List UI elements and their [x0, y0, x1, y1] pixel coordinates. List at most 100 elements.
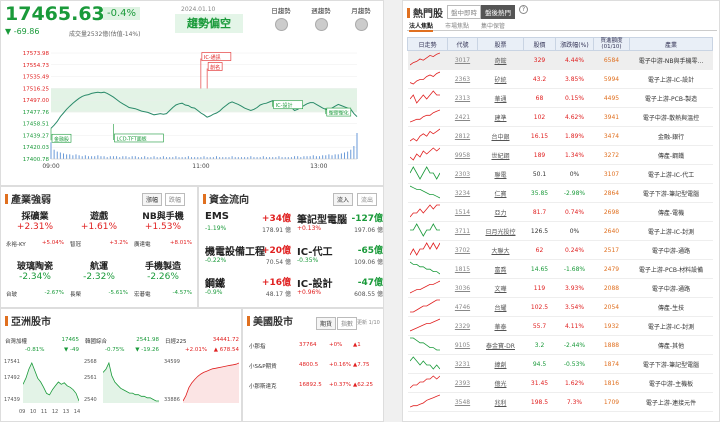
hot-row[interactable]: 2313 華通 68 0.15% 4495 電子上游-PCB-製造	[407, 88, 713, 108]
hot-sparkline	[409, 128, 440, 142]
hot-code[interactable]: 3234	[447, 183, 478, 203]
industry-cell[interactable]: 手機製造 -2.26% 宏碁電 -4.57%	[134, 259, 192, 303]
hot-row[interactable]: 9105 泰金寶-DR 3.2 -2.44% 1888 傳產-其他	[407, 335, 713, 355]
asia-card-name: 台灣加權	[5, 339, 28, 345]
hot-row[interactable]: 2393 億光 31.45 1.62% 1816 電子中游-主機板	[407, 373, 713, 393]
hot-name[interactable]: 台耀	[477, 297, 524, 317]
hot-code[interactable]: 2363	[447, 69, 478, 89]
hot-row[interactable]: 3711 日月光投控 126.5 0% 2640 電子上游-IC-封測	[407, 221, 713, 241]
hot-row[interactable]: 2303 聯電 50.1 0% 3107 電子上游-IC-代工	[407, 164, 713, 184]
capital-amount: 197.06 億	[354, 227, 383, 234]
capital-in-tab[interactable]: 流入	[333, 193, 354, 206]
hot-row[interactable]: 4746 台耀 102.5 3.54% 2054 傳產-生技	[407, 297, 713, 317]
hot-name[interactable]: 泰金寶-DR	[477, 335, 524, 355]
america-row[interactable]: 小S&P期貨 4800.5 +0.16% ▲7.75	[249, 359, 379, 373]
hot-code[interactable]: 2303	[447, 164, 478, 184]
hot-code[interactable]: 9105	[447, 335, 478, 355]
hot-row[interactable]: 3036 文曄 119 3.93% 2088 電子中游-通路	[407, 278, 713, 298]
hot-name[interactable]: 華通	[477, 88, 524, 108]
hot-name[interactable]: 緯創	[477, 354, 524, 374]
hot-row[interactable]: 3234 仁寶 35.85 -2.98% 2864 電子下游-筆記型電腦	[407, 183, 713, 203]
hot-name[interactable]: 矽統	[477, 69, 524, 89]
hot-name[interactable]: 奇鋐	[477, 50, 524, 70]
industry-cell[interactable]: 遊戲 +1.61% 智冠 +3.2%	[70, 209, 128, 253]
hot-code[interactable]: 2421	[447, 107, 478, 127]
intraday-chart[interactable]: 17573.98 17554.73 17535.49 17516.25 17497.00…	[1, 47, 385, 185]
america-index-tab[interactable]: 指數	[337, 317, 358, 330]
subtab-institutional[interactable]: 法人焦點	[409, 21, 434, 32]
hot-code[interactable]: 3548	[447, 392, 478, 412]
hot-code[interactable]: 4746	[447, 297, 478, 317]
hot-code[interactable]: 3702	[447, 240, 478, 260]
hot-row[interactable]: 2421 建準 102 4.62% 3941 電子中游-散熱與溫控	[407, 107, 713, 127]
col-name[interactable]: 股票	[477, 37, 524, 51]
hot-code[interactable]: 3036	[447, 278, 478, 298]
week-light-icon	[314, 18, 328, 31]
hot-name[interactable]: 大聯大	[477, 240, 524, 260]
sparkline-path	[409, 90, 440, 104]
hot-code[interactable]: 3231	[447, 354, 478, 374]
asia-card[interactable]: 台灣加權 17465 -0.81% ▼ -49 17541 17492 17439 09 10…	[3, 333, 81, 419]
subtab-custody[interactable]: 集中保管	[481, 21, 505, 30]
annotation-label: 金融股	[54, 136, 69, 143]
hot-row[interactable]: 2812 台中銀 16.15 1.89% 3474 金融-銀行	[407, 126, 713, 146]
hot-row[interactable]: 2329 華泰 55.7 4.11% 1932 電子上游-IC-封測	[407, 316, 713, 336]
hot-row[interactable]: 3702 大聯大 62 0.24% 2517 電子中游-通路	[407, 240, 713, 260]
hot-row[interactable]: 1815 富喬 14.65 -1.68% 2479 電子上游-PCB-材料設備	[407, 259, 713, 279]
col-amount[interactable]: 買進額度 (01/10)	[593, 37, 630, 51]
hot-code[interactable]: 2812	[447, 126, 478, 146]
industry-cell[interactable]: 航運 -2.32% 長榮 -5.61%	[70, 259, 128, 303]
industry-cell[interactable]: 採礦業 +2.31% 永裕-KY +5.04%	[6, 209, 64, 253]
industry-fall-tab[interactable]: 跌幅	[165, 193, 186, 206]
hot-name[interactable]: 台中銀	[477, 126, 524, 146]
hot-row[interactable]: 3548 兆利 198.5 7.3% 1709 電子上游-連接元件	[407, 392, 713, 412]
col-pct[interactable]: 漲跌幅(%)	[555, 37, 594, 51]
hot-code[interactable]: 3017	[447, 50, 478, 70]
hot-tab-intraday[interactable]: 盤中即時	[447, 5, 481, 19]
hot-name[interactable]: 世紀鋼	[477, 145, 524, 165]
hot-code[interactable]: 1815	[447, 259, 478, 279]
hot-amount: 4495	[593, 88, 630, 108]
hot-name[interactable]: 富喬	[477, 259, 524, 279]
america-futures-tab[interactable]: 期貨	[316, 317, 337, 330]
hot-name[interactable]: 億光	[477, 373, 524, 393]
capital-out-tab[interactable]: 流出	[357, 193, 378, 206]
hot-name[interactable]: 建準	[477, 107, 524, 127]
america-row[interactable]: 小那斯達克 16892.5 +0.37% ▲62.25	[249, 379, 379, 393]
asia-card[interactable]: 日經225 34441.72 +2.01% ▲ 678.54 34599 33886	[163, 333, 241, 419]
hot-name[interactable]: 文曄	[477, 278, 524, 298]
industry-cell[interactable]: NB與手機 +1.53% 廣達電 +8.01%	[134, 209, 192, 253]
hot-row[interactable]: 3231 緯創 94.5 -0.53% 1874 電子下游-筆記型電腦	[407, 354, 713, 374]
hot-code[interactable]: 2313	[447, 88, 478, 108]
hot-row[interactable]: 2363 矽統 43.2 3.85% 5994 電子上游-IC-設計	[407, 69, 713, 89]
hot-name[interactable]: 亞力	[477, 202, 524, 222]
hot-name[interactable]: 日月光投控	[477, 221, 524, 241]
asia-card-area	[23, 363, 79, 403]
hot-name[interactable]: 仁寶	[477, 183, 524, 203]
hot-name[interactable]: 兆利	[477, 392, 524, 412]
hot-name[interactable]: 聯電	[477, 164, 524, 184]
help-icon[interactable]: ?	[519, 5, 528, 14]
industry-cell[interactable]: 玻璃陶瓷 -2.34% 台玻 -2.67%	[6, 259, 64, 303]
hot-code[interactable]: 1514	[447, 202, 478, 222]
hot-row[interactable]: 3017 奇鋐 329 4.44% 6584 電子中游-NB與手機零...	[407, 50, 713, 70]
hot-industry: 傳產-電機	[629, 202, 713, 222]
hot-code[interactable]: 2329	[447, 316, 478, 336]
col-code[interactable]: 代號	[447, 37, 478, 51]
hot-code[interactable]: 9958	[447, 145, 478, 165]
hot-name[interactable]: 華泰	[477, 316, 524, 336]
industry-rise-tab[interactable]: 漲幅	[142, 193, 163, 206]
hot-industry: 電子下游-筆記型電腦	[629, 183, 713, 203]
hot-code[interactable]: 2393	[447, 373, 478, 393]
subtab-market[interactable]: 市場焦點	[445, 21, 469, 30]
hot-row[interactable]: 9958 世紀鋼 189 1.34% 3272 傳產-鋼鐵	[407, 145, 713, 165]
america-row[interactable]: 小那指 37764 +0% ▲1	[249, 339, 379, 353]
col-price[interactable]: 股價	[523, 37, 556, 51]
hot-row[interactable]: 1514 亞力 81.7 0.74% 2698 傳產-電機	[407, 202, 713, 222]
hot-tab-afterhours[interactable]: 盤後熱門	[481, 5, 515, 19]
asia-card[interactable]: 韓國綜合 2541.98 -0.75% ▼ -19.26 2568 2561 2540	[83, 333, 161, 419]
sparkline-path	[409, 299, 440, 313]
hot-price: 35.85	[523, 183, 556, 203]
industry-name: 玻璃陶瓷	[16, 262, 53, 272]
hot-code[interactable]: 3711	[447, 221, 478, 241]
